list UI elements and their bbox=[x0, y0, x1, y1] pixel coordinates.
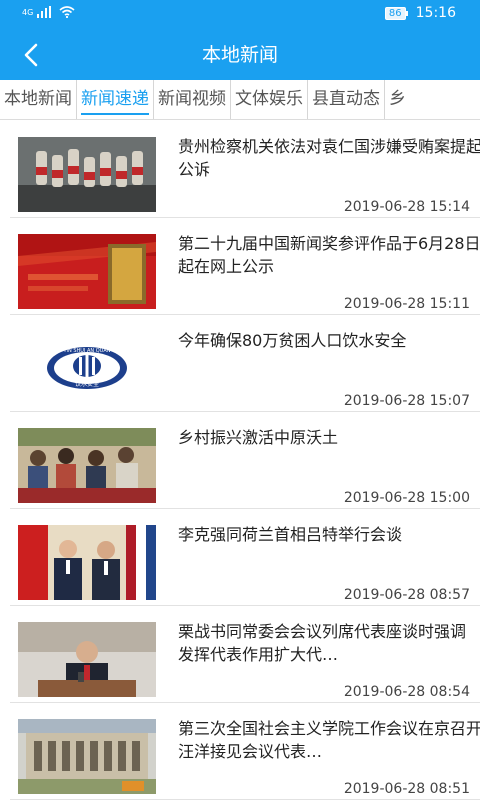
news-thumbnail bbox=[18, 622, 156, 697]
list-item[interactable]: 李克强同荷兰首相吕特举行会谈 2019-06-28 08:57 bbox=[10, 509, 480, 606]
news-time: 2019-06-28 15:11 bbox=[343, 296, 470, 312]
network-type: 4G bbox=[22, 7, 34, 17]
news-time: 2019-06-28 08:57 bbox=[343, 587, 470, 603]
logo-caption: 饮水安全 bbox=[75, 380, 99, 388]
news-thumbnail: YIN SHUI AN QUAN 饮水安全 bbox=[18, 331, 156, 406]
news-title: 栗战书同常委会会议列席代表座谈时强调 发挥代表作用扩大代… bbox=[178, 622, 467, 664]
wifi-icon bbox=[59, 6, 75, 18]
clock: 15:16 bbox=[415, 5, 456, 21]
tab-local-news[interactable]: 本地新闻 bbox=[0, 80, 77, 119]
list-item[interactable]: 乡村振兴激活中原沃土 2019-06-28 15:00 bbox=[10, 412, 480, 509]
tab-bar: 本地新闻 新闻速递 新闻视频 文体娱乐 县直动态 乡 bbox=[0, 80, 480, 120]
news-time: 2019-06-28 15:14 bbox=[343, 199, 470, 215]
news-title: 今年确保80万贫困人口饮水安全 bbox=[178, 331, 407, 350]
tab-news-video[interactable]: 新闻视频 bbox=[154, 80, 231, 119]
list-item[interactable]: 贵州检察机关依法对袁仁国涉嫌受贿案提起公诉 2019-06-28 15:14 bbox=[10, 121, 480, 218]
signal-icon bbox=[37, 6, 52, 18]
news-thumbnail bbox=[18, 137, 156, 212]
news-time: 2019-06-28 15:00 bbox=[343, 490, 470, 506]
page-title: 本地新闻 bbox=[201, 44, 278, 66]
water-safety-logo: YIN SHUI AN QUAN 饮水安全 bbox=[18, 331, 156, 406]
news-title: 第二十九届中国新闻奖参评作品于6月28日起在网上公示 bbox=[178, 234, 480, 276]
status-bar: 4G 86 15:16 bbox=[0, 0, 480, 30]
status-left: 4G bbox=[22, 6, 75, 18]
news-thumbnail bbox=[18, 428, 156, 503]
back-button[interactable] bbox=[14, 38, 48, 72]
chevron-left-icon bbox=[24, 43, 38, 67]
list-item[interactable]: 第三次全国社会主义学院工作会议在京召开 汪洋接见会议代表… 2019-06-28… bbox=[10, 703, 480, 800]
list-item[interactable]: 第二十九届中国新闻奖参评作品于6月28日起在网上公示 2019-06-28 15… bbox=[10, 218, 480, 315]
list-item[interactable]: YIN SHUI AN QUAN 饮水安全 今年确保80万贫困人口饮水安全 20… bbox=[10, 315, 480, 412]
tab-culture-sports[interactable]: 文体娱乐 bbox=[231, 80, 308, 119]
battery-icon: 86 bbox=[384, 6, 408, 20]
battery-level: 86 bbox=[384, 6, 406, 20]
news-title: 第三次全国社会主义学院工作会议在京召开 汪洋接见会议代表… bbox=[178, 719, 480, 761]
news-time: 2019-06-28 15:07 bbox=[343, 393, 470, 409]
app-header: 本地新闻 bbox=[0, 30, 480, 80]
news-list: 贵州检察机关依法对袁仁国涉嫌受贿案提起公诉 2019-06-28 15:14 第… bbox=[0, 121, 480, 800]
tab-county-news[interactable]: 县直动态 bbox=[308, 80, 385, 119]
tab-township[interactable]: 乡 bbox=[385, 80, 410, 119]
news-time: 2019-06-28 08:54 bbox=[343, 684, 470, 700]
news-time: 2019-06-28 08:51 bbox=[343, 781, 470, 797]
tab-news-express[interactable]: 新闻速递 bbox=[77, 80, 154, 119]
logo-text: YIN SHUI AN QUAN bbox=[62, 348, 110, 354]
news-thumbnail bbox=[18, 525, 156, 600]
news-title: 李克强同荷兰首相吕特举行会谈 bbox=[178, 525, 403, 544]
news-title: 贵州检察机关依法对袁仁国涉嫌受贿案提起公诉 bbox=[178, 137, 480, 179]
list-item[interactable]: 栗战书同常委会会议列席代表座谈时强调 发挥代表作用扩大代… 2019-06-28… bbox=[10, 606, 480, 703]
news-title: 乡村振兴激活中原沃土 bbox=[178, 428, 339, 447]
news-thumbnail bbox=[18, 719, 156, 794]
status-right: 86 15:16 bbox=[384, 5, 456, 21]
news-thumbnail bbox=[18, 234, 156, 309]
